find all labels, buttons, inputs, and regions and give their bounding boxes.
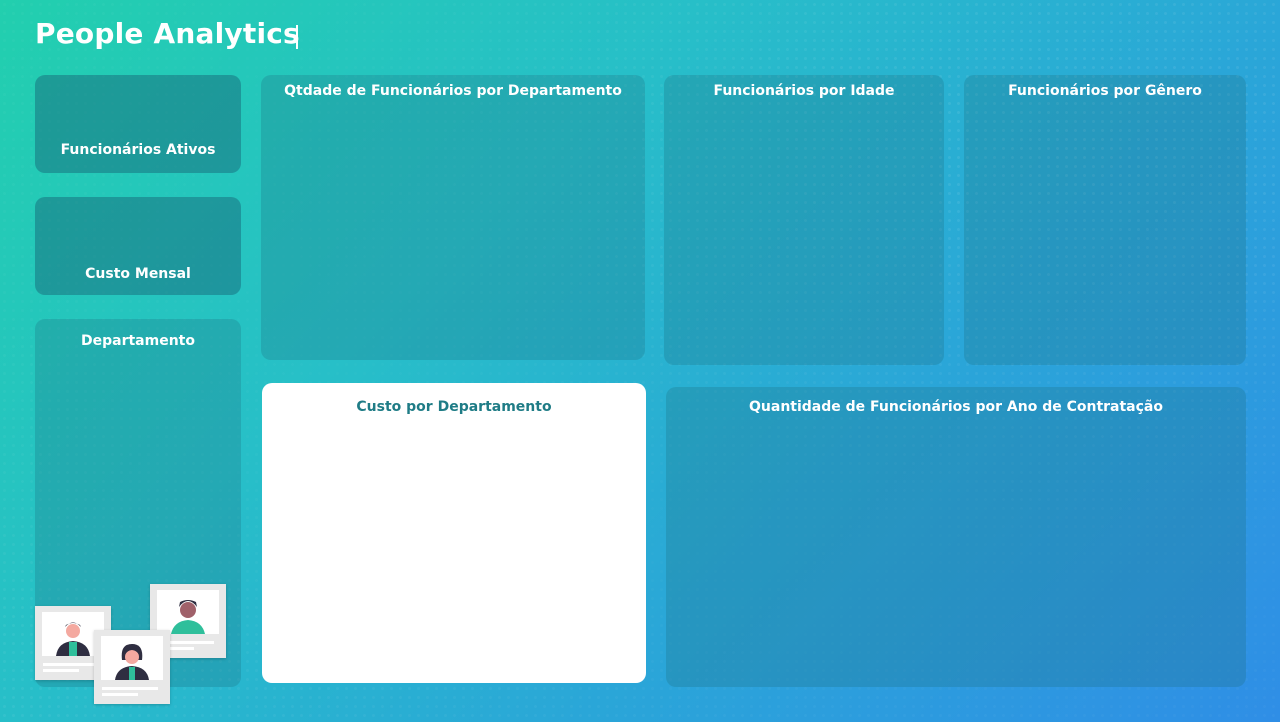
man-avatar-icon (171, 600, 205, 634)
age-chart[interactable]: Funcionários por Idade (664, 75, 944, 365)
employee-photos-illustration (35, 584, 235, 709)
woman-avatar-icon (115, 644, 149, 680)
dept-cost-chart-title: Custo por Departamento (356, 399, 552, 415)
dept-cost-chart[interactable]: Custo por Departamento (262, 383, 646, 683)
employee-photo-card (94, 630, 170, 704)
hire-year-chart-title: Quantidade de Funcionários por Ano de Co… (749, 399, 1163, 415)
kpi-monthly-cost-label: Custo Mensal (85, 266, 191, 282)
kpi-active-employees-label: Funcionários Ativos (60, 142, 216, 158)
gender-chart-title: Funcionários por Gênero (1008, 83, 1202, 99)
gender-chart[interactable]: Funcionários por Gênero (964, 75, 1246, 365)
kpi-active-employees-card: Funcionários Ativos (35, 75, 241, 173)
dept-count-chart[interactable]: Qtdade de Funcionários por Departamento (261, 75, 645, 360)
title-cursor (296, 25, 298, 49)
kpi-monthly-cost-card: Custo Mensal (35, 197, 241, 295)
hire-year-chart[interactable]: Quantidade de Funcionários por Ano de Co… (666, 387, 1246, 687)
department-filter-label: Departamento (81, 333, 195, 349)
dept-count-chart-title: Qtdade de Funcionários por Departamento (284, 83, 622, 99)
page-title: People Analytics (35, 17, 300, 50)
age-chart-title: Funcionários por Idade (713, 83, 895, 99)
